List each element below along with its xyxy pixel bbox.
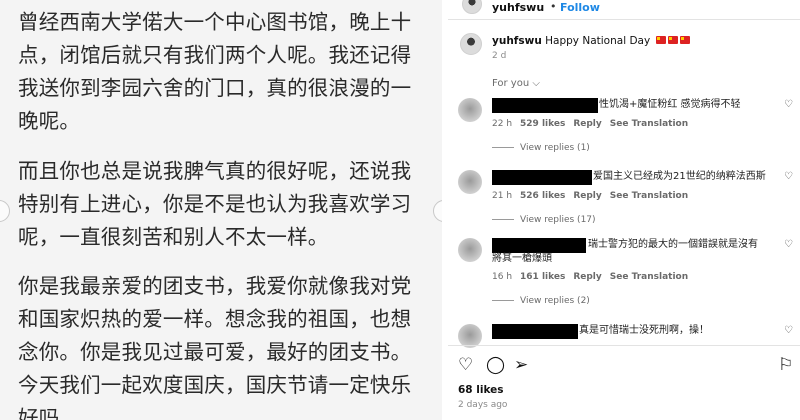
share-icon[interactable]: ➢ <box>514 355 528 375</box>
heart-icon[interactable]: ♡ <box>784 325 793 336</box>
redacted-username <box>492 324 578 339</box>
view-replies-button[interactable]: View replies (17) <box>492 215 596 225</box>
divider <box>448 19 800 20</box>
header-username[interactable]: yuhfswu <box>492 1 544 14</box>
post-paragraph: 曾经西南大学偌大一个中心图书馆，晚上十点，闭馆后就只有我们两个人呢。我还记得我送… <box>18 10 412 133</box>
comment-sort-dropdown[interactable]: For you ⌵ <box>492 78 540 89</box>
divider <box>448 345 800 346</box>
reply-button[interactable]: Reply <box>573 272 601 282</box>
comment-likes[interactable]: 161 likes <box>520 272 565 282</box>
bookmark-icon[interactable]: ⚐ <box>778 355 793 375</box>
view-replies-label: View replies (2) <box>520 296 590 306</box>
view-replies-button[interactable]: View replies (2) <box>492 296 590 306</box>
post-header: yuhfswu • Follow <box>448 0 800 18</box>
caption: yuhfswu Happy National Day <box>492 35 690 47</box>
see-translation-button[interactable]: See Translation <box>610 191 688 201</box>
post-paragraph: 你是我最亲爱的团支书，我爱你就像我对党和国家炽热的爱一样。想念我的祖国，也想念你… <box>18 274 412 420</box>
reply-button[interactable]: Reply <box>573 119 601 129</box>
post-image: 曾经西南大学偌大一个中心图书馆，晚上十点，闭馆后就只有我们两个人呢。我还记得我送… <box>0 0 442 420</box>
reply-button[interactable]: Reply <box>573 191 601 201</box>
heart-icon[interactable]: ♡ <box>784 99 793 110</box>
comment-time: 21 h <box>492 191 513 201</box>
view-replies-label: View replies (17) <box>520 215 596 225</box>
post-timestamp: 2 days ago <box>458 400 508 410</box>
comment-time: 16 h <box>492 272 513 282</box>
comment-meta: 16 h 161 likes Reply See Translation <box>492 272 696 282</box>
see-translation-button[interactable]: See Translation <box>610 119 688 129</box>
redacted-username <box>492 170 592 185</box>
comment-time: 22 h <box>492 119 513 129</box>
follow-button[interactable]: Follow <box>560 1 600 14</box>
comment-likes[interactable]: 526 likes <box>520 191 565 201</box>
caption-username[interactable]: yuhfswu <box>492 35 542 47</box>
commenter-avatar[interactable] <box>458 238 482 262</box>
post-paragraph: 而且你也总是说我脾气真的很好呢，还说我特别有上进心，你是不是也认为我喜欢学习呢，… <box>18 159 412 249</box>
commenter-avatar[interactable] <box>458 170 482 194</box>
comment-text: 真是可惜瑞士没死刑啊，操！ <box>579 325 709 336</box>
comment-text: 性饥渴+魔怔粉红 感觉病得不轻 <box>599 99 741 110</box>
comment-text: 瑞士警方犯的最大的一個錯誤就是沒有將其一槍爆頭 <box>492 239 758 264</box>
post-likes[interactable]: 68 likes <box>458 384 504 396</box>
caption-timestamp: 2 d <box>492 51 507 61</box>
commenter-avatar[interactable] <box>458 98 482 122</box>
separator-dot: • <box>550 0 557 13</box>
comment-meta: 22 h 529 likes Reply See Translation <box>492 119 696 129</box>
comment-text: 爱国主义已经成为21世纪的纳粹法西斯 <box>593 171 766 182</box>
avatar[interactable] <box>460 33 482 55</box>
heart-icon[interactable]: ♡ <box>784 171 793 182</box>
comment-likes[interactable]: 529 likes <box>520 119 565 129</box>
caption-text: Happy National Day <box>545 35 651 47</box>
comment-icon[interactable]: ◯ <box>486 355 505 375</box>
heart-icon[interactable]: ♡ <box>784 239 793 250</box>
china-flag-icon <box>655 36 666 44</box>
heart-icon[interactable]: ♡ <box>458 355 473 375</box>
china-flag-icon <box>667 36 678 44</box>
see-translation-button[interactable]: See Translation <box>610 272 688 282</box>
view-replies-label: View replies (1) <box>520 143 590 153</box>
redacted-username <box>492 98 598 113</box>
post-sidebar: yuhfswu • Follow yuhfswu Happy National … <box>448 0 800 420</box>
china-flag-icon <box>679 36 690 44</box>
view-replies-button[interactable]: View replies (1) <box>492 143 590 153</box>
comment-meta: 21 h 526 likes Reply See Translation <box>492 191 696 201</box>
avatar[interactable] <box>462 0 482 14</box>
